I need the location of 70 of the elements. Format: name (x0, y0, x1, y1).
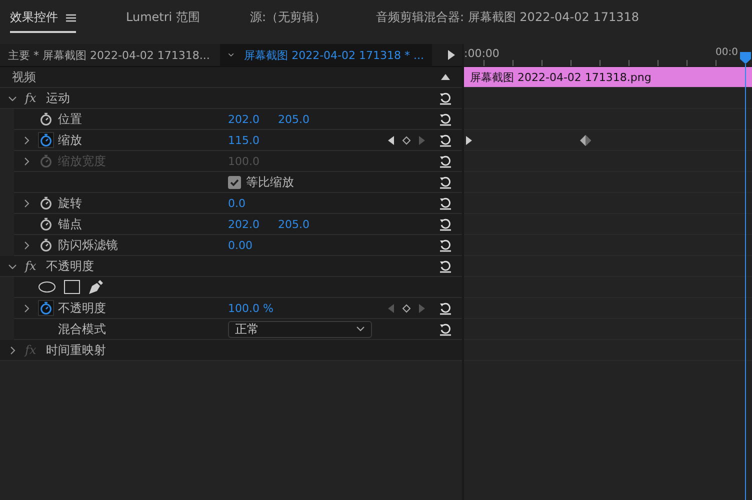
property-value[interactable]: 100.0 % (228, 302, 278, 314)
rectangle-mask-icon[interactable] (64, 280, 80, 294)
reset-icon[interactable] (439, 92, 452, 104)
menu-icon[interactable] (66, 14, 76, 22)
property-value[interactable]: 202.0 (228, 112, 278, 126)
property-name: 缩放宽度 (58, 152, 106, 170)
property-name: 混合模式 (58, 320, 106, 338)
section-label: 视频 (12, 68, 36, 86)
panel-tab[interactable]: 效果控件 (10, 3, 76, 33)
add-keyframe-icon[interactable] (402, 304, 411, 312)
sequence-clip-selector[interactable]: 屏幕截图 2022-04-02 171318 * ... (220, 44, 432, 66)
property-value[interactable]: 205.0 (278, 112, 328, 126)
property-value[interactable]: 0.0 (228, 196, 278, 210)
reset-icon[interactable] (439, 218, 452, 230)
property-value[interactable]: 115.0 (228, 134, 278, 146)
property-name: 不透明度 (58, 300, 106, 316)
reset-icon[interactable] (439, 322, 452, 336)
reset-icon[interactable] (439, 260, 452, 272)
property-name: 锚点 (58, 216, 82, 232)
property-value[interactable]: 205.0 (278, 218, 328, 230)
chevron-icon (356, 326, 365, 332)
add-keyframe-icon[interactable] (402, 136, 411, 144)
playhead-handle[interactable] (740, 52, 751, 64)
stopwatch-icon[interactable] (38, 132, 54, 148)
reset-icon[interactable] (439, 176, 452, 188)
effect-name: 不透明度 (46, 258, 94, 274)
panel-tab[interactable]: 音频剪辑混合器: 屏幕截图 2022-04-02 171318 (376, 3, 640, 33)
previous-keyframe-icon[interactable] (388, 136, 394, 144)
property-name: 旋转 (58, 194, 82, 212)
master-clip-label[interactable]: 主要 * 屏幕截图 2022-04-02 171318... (0, 48, 220, 62)
stopwatch-icon[interactable] (38, 195, 54, 211)
checkbox-label: 等比缩放 (246, 174, 294, 190)
property-value[interactable]: 0.00 (228, 238, 278, 252)
keyframe-icon[interactable] (580, 134, 591, 146)
collapse-icon[interactable] (441, 74, 450, 80)
timecode: 00:0 (716, 46, 738, 58)
chevron-icon[interactable] (22, 136, 30, 144)
property-name: 位置 (58, 110, 82, 128)
stopwatch-icon[interactable] (38, 300, 54, 316)
reset-icon[interactable] (439, 134, 452, 146)
reset-icon[interactable] (439, 196, 452, 210)
stopwatch-icon[interactable] (38, 111, 54, 127)
pen-icon[interactable] (88, 279, 104, 295)
chevron-icon[interactable] (8, 262, 17, 270)
reset-icon[interactable] (439, 302, 452, 314)
property-name: 缩放 (58, 132, 82, 148)
clip-bar[interactable]: 屏幕截图 2022-04-02 171318.png (464, 67, 752, 87)
chevron-icon[interactable] (22, 198, 30, 208)
panel-tab[interactable]: Lumetri 范围 (126, 3, 200, 33)
chevron-icon[interactable] (22, 240, 30, 250)
property-name: 防闪烁滤镜 (58, 236, 118, 254)
effect-name: 时间重映射 (46, 342, 106, 358)
stopwatch-icon[interactable] (38, 216, 54, 232)
effect-name: 运动 (46, 90, 70, 106)
reset-icon[interactable] (439, 112, 452, 126)
panel-tab[interactable]: 源:（无剪辑） (250, 3, 326, 33)
timecode: :00:00 (464, 46, 500, 60)
play-icon[interactable] (448, 50, 455, 60)
chevron-icon (228, 52, 234, 58)
ellipse-mask-icon[interactable] (38, 281, 56, 293)
checkbox[interactable] (228, 176, 241, 188)
chevron-icon[interactable] (8, 346, 17, 354)
fx-toggle[interactable]: fx (25, 91, 36, 105)
blend-mode-dropdown[interactable]: 正常 (228, 320, 372, 338)
fx-toggle[interactable]: fx (25, 259, 36, 273)
stopwatch-icon[interactable] (38, 237, 54, 253)
property-value[interactable]: 202.0 (228, 218, 278, 230)
reset-icon[interactable] (439, 238, 452, 252)
chevron-icon[interactable] (22, 304, 30, 312)
chevron-icon[interactable] (8, 94, 17, 102)
